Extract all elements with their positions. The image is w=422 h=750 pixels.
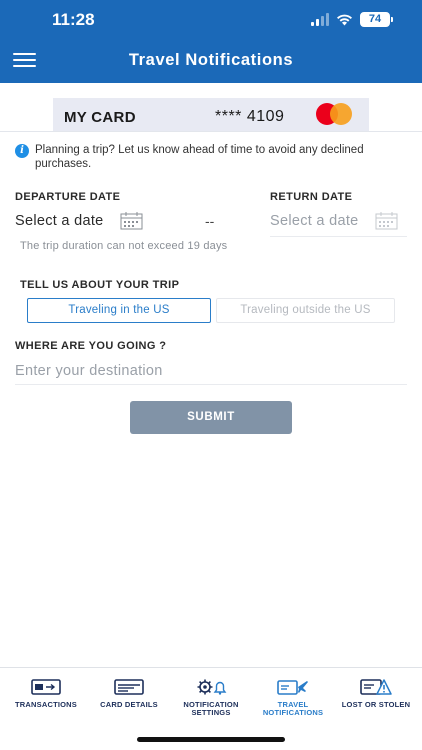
info-icon: i <box>15 144 29 158</box>
nav-label: TRANSACTIONS <box>15 700 77 709</box>
page-title: Travel Notifications <box>128 51 294 69</box>
tab-traveling-in-us[interactable]: Traveling in the US <box>27 298 211 323</box>
return-date-label: RETURN DATE <box>270 191 353 203</box>
info-banner: i Planning a trip? Let us know ahead of … <box>15 143 410 171</box>
destination-input[interactable] <box>15 360 407 382</box>
nav-label: LOST OR STOLEN <box>341 700 411 709</box>
notification-settings-icon <box>197 679 227 695</box>
tab-traveling-outside-us[interactable]: Traveling outside the US <box>216 298 395 323</box>
calendar-icon[interactable] <box>375 211 398 230</box>
mastercard-logo-icon <box>316 103 356 125</box>
battery-icon: 74 <box>360 12 393 27</box>
divider <box>270 236 407 237</box>
trip-duration-hint: The trip duration can not exceed 19 days <box>20 240 228 252</box>
wifi-icon <box>336 13 353 26</box>
submit-button[interactable]: SUBMIT <box>130 401 292 434</box>
nav-item-transactions[interactable]: TRANSACTIONS <box>8 678 84 709</box>
date-separator: -- <box>205 213 215 229</box>
card-name: MY CARD <box>64 109 136 126</box>
lost-or-stolen-icon <box>360 679 392 695</box>
signal-icon <box>311 13 329 26</box>
status-icons: 74 <box>311 12 393 27</box>
departure-date-label: DEPARTURE DATE <box>15 191 121 203</box>
nav-item-card-details[interactable]: CARD DETAILS <box>94 678 164 709</box>
nav-item-notification-settings[interactable]: NOTIFICATION SETTINGS <box>176 678 246 717</box>
home-indicator <box>137 737 285 742</box>
info-text: Planning a trip? Let us know ahead of ti… <box>35 144 364 170</box>
status-time: 11:28 <box>52 10 95 29</box>
app-header: 11:28 74 Travel Notifications <box>0 0 422 83</box>
transactions-icon <box>31 679 61 695</box>
destination-label: WHERE ARE YOU GOING ? <box>15 340 167 352</box>
divider <box>0 131 422 132</box>
divider <box>15 384 407 385</box>
nav-label: NOTIFICATION SETTINGS <box>183 700 239 717</box>
trip-type-label: TELL US ABOUT YOUR TRIP <box>20 279 180 291</box>
nav-item-travel-notifications[interactable]: TRAVEL NOTIFICATIONS <box>258 678 328 717</box>
card-details-icon <box>114 679 144 695</box>
departure-date-field[interactable]: Select a date <box>15 213 104 229</box>
screen: 11:28 74 Travel Notifications MY CARD **… <box>0 0 422 750</box>
nav-label: CARD DETAILS <box>100 700 158 709</box>
nav-label: TRAVEL NOTIFICATIONS <box>262 700 324 717</box>
card-number: **** 4109 <box>215 108 285 125</box>
card-summary[interactable]: MY CARD **** 4109 <box>53 98 369 131</box>
nav-item-lost-or-stolen[interactable]: LOST OR STOLEN <box>338 678 414 709</box>
calendar-icon[interactable] <box>120 211 143 230</box>
travel-notifications-icon <box>277 680 308 695</box>
return-date-field[interactable]: Select a date <box>270 213 359 229</box>
